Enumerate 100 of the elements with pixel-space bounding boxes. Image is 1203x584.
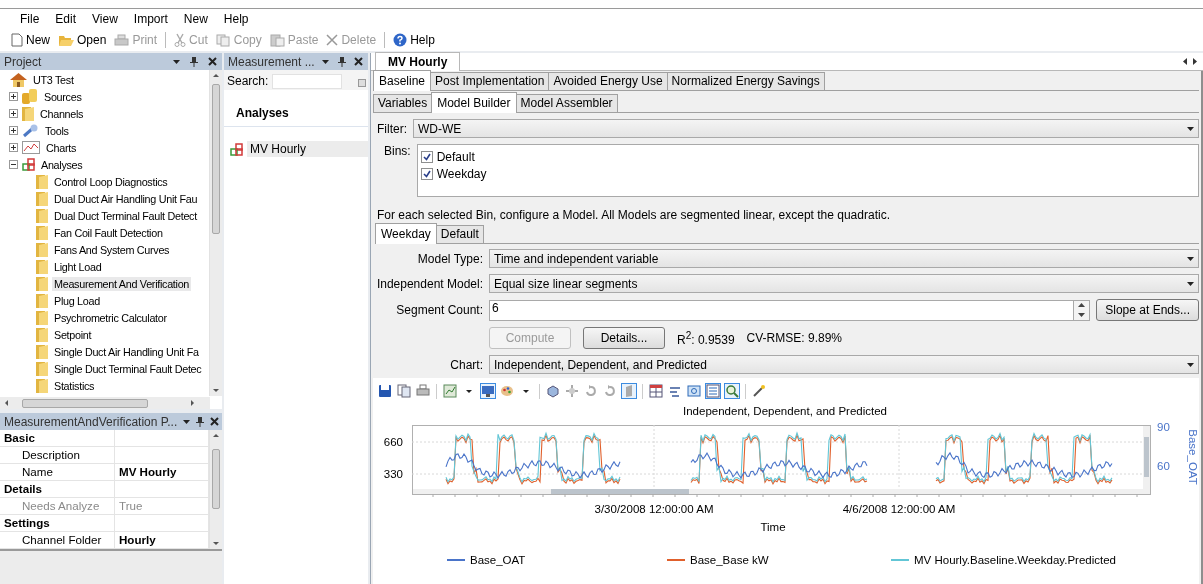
segment-count-field[interactable]: 6 — [489, 299, 1075, 321]
chart-dropdown[interactable]: Independent, Dependent, and Predicted — [489, 355, 1199, 374]
menu-item[interactable]: Help — [215, 10, 257, 28]
tab[interactable]: Model Builder — [431, 92, 517, 113]
tree-item[interactable]: UT3 Test — [31, 72, 76, 87]
folder-icon — [36, 174, 48, 189]
scroll-right-icon[interactable] — [1193, 58, 1197, 65]
vertical-scrollbar[interactable] — [209, 430, 222, 549]
field-label: Segment Count: — [395, 303, 483, 317]
tree-item[interactable]: Analyses — [39, 157, 85, 172]
pin-button[interactable] — [188, 55, 200, 68]
tree-item[interactable]: Setpoint — [52, 327, 94, 342]
legend-icon — [706, 384, 720, 398]
chart-icon — [443, 384, 457, 398]
copy-icon — [215, 33, 231, 47]
tree-item[interactable]: Dual Duct Terminal Fault Detect — [52, 208, 199, 223]
property-name: Needs Analyze — [0, 498, 115, 514]
tree-item[interactable]: Fans And System Curves — [52, 242, 172, 257]
field-label: Model Type: — [416, 251, 483, 266]
tab[interactable]: Model Assembler — [515, 94, 618, 112]
panel-title: Measurement ... — [228, 54, 315, 69]
chart-tool-button[interactable] — [545, 383, 561, 399]
slope-button[interactable]: Slope at Ends... — [1096, 299, 1199, 321]
toolbar-button[interactable]: Help — [390, 32, 438, 48]
axis-tick-label: 3/30/2008 12:00:00 AM — [594, 503, 714, 515]
horizontal-scrollbar[interactable] — [0, 397, 210, 409]
close-button[interactable] — [210, 415, 220, 428]
instruction-text: For each selected Bin, configure a Model. All Models are segmented linear, except the quadratic. — [376, 207, 891, 224]
search-field[interactable] — [272, 73, 343, 89]
caret-icon — [183, 419, 191, 424]
tree-item[interactable]: Statistics — [52, 378, 97, 393]
menu-item[interactable]: File — [12, 10, 48, 28]
tree-item[interactable]: Single Duct Terminal Fault Detec — [52, 361, 204, 376]
clipboard-icon — [269, 33, 285, 47]
cylinders-icon — [22, 89, 38, 104]
details-button[interactable]: Details... — [583, 327, 665, 349]
chart-tool-button[interactable] — [751, 383, 767, 399]
caret-icon — [1187, 281, 1194, 286]
checkbox[interactable] — [420, 167, 433, 180]
expand-icon[interactable] — [9, 92, 18, 101]
tree-item[interactable]: Charts — [44, 140, 78, 155]
property-name: Channel Folder — [0, 532, 115, 548]
folder-icon — [36, 344, 48, 359]
pin-button[interactable] — [337, 55, 348, 68]
spin-buttons[interactable] — [1074, 299, 1091, 321]
folder-icon — [36, 191, 48, 206]
house-icon — [10, 72, 27, 87]
tab[interactable]: Weekday — [375, 223, 437, 244]
bins-list[interactable]: Default Weekday — [416, 144, 1199, 197]
field-label: Chart: — [449, 357, 483, 372]
tree-item[interactable]: Plug Load — [52, 293, 102, 308]
property-name: Name — [0, 464, 115, 480]
horizontal-scrollbar[interactable] — [413, 489, 1143, 494]
model-type-dropdown[interactable]: Time and independent variable — [489, 249, 1199, 268]
tree-item[interactable]: Psychrometric Calculator — [52, 310, 169, 325]
collapse-icon[interactable] — [9, 160, 18, 169]
toolbar-button[interactable]: New — [8, 32, 53, 48]
tree-item[interactable]: Dual Duct Air Handling Unit Fau — [52, 191, 200, 206]
number-format-icon — [668, 384, 682, 398]
chart-tool-button[interactable] — [377, 383, 393, 399]
tab[interactable]: Baseline — [373, 70, 432, 91]
tree-item[interactable]: Sources — [42, 89, 84, 104]
tree-item[interactable]: Control Loop Diagnostics — [52, 174, 170, 189]
list-item[interactable]: MV Hourly — [247, 141, 368, 157]
tab[interactable]: Variables — [373, 94, 433, 112]
menu-item[interactable]: View — [84, 10, 126, 28]
tab[interactable]: Default — [435, 225, 484, 243]
vertical-scrollbar[interactable] — [209, 70, 222, 396]
chart-tool-button[interactable] — [480, 383, 496, 399]
filter-dropdown[interactable]: WD-WE — [413, 119, 1199, 138]
document-tab[interactable]: MV Hourly — [375, 52, 461, 71]
page-icon — [11, 33, 23, 47]
expand-icon[interactable] — [9, 109, 18, 118]
scroll-left-icon[interactable] — [1183, 58, 1187, 65]
tree-item[interactable]: Measurement And Verification — [52, 276, 192, 291]
pin-button[interactable] — [196, 415, 205, 428]
toolbar-button[interactable]: Open — [55, 32, 110, 48]
tab[interactable]: Normalized Energy Savings — [666, 72, 825, 90]
menu-item[interactable]: New — [175, 10, 216, 28]
tree-item[interactable]: Fan Coil Fault Detection — [52, 225, 165, 240]
menu-item[interactable]: Import — [125, 10, 176, 28]
model-dropdown[interactable]: Equal size linear segments — [489, 274, 1199, 293]
expand-icon[interactable] — [9, 143, 18, 152]
caret-icon — [1187, 256, 1194, 261]
expand-icon[interactable] — [9, 126, 18, 135]
close-button[interactable] — [206, 55, 218, 68]
tab[interactable]: Avoided Energy Use — [548, 72, 668, 90]
close-button[interactable] — [353, 55, 364, 68]
delete-icon — [326, 34, 339, 46]
cube-icon — [546, 384, 560, 398]
checkbox[interactable] — [420, 150, 433, 163]
vertical-scrollbar[interactable] — [1143, 426, 1150, 494]
menu-item[interactable]: Edit — [47, 10, 85, 28]
folder-icon — [36, 310, 48, 325]
tree-item[interactable]: Tools — [43, 123, 71, 138]
tab[interactable]: Post Implementation — [430, 72, 550, 90]
tree-item[interactable]: Light Load — [52, 259, 104, 274]
tree-item[interactable]: Single Duct Air Handling Unit Fa — [52, 344, 201, 359]
tree-item[interactable]: Channels — [38, 106, 86, 121]
wand-icon — [752, 384, 766, 398]
